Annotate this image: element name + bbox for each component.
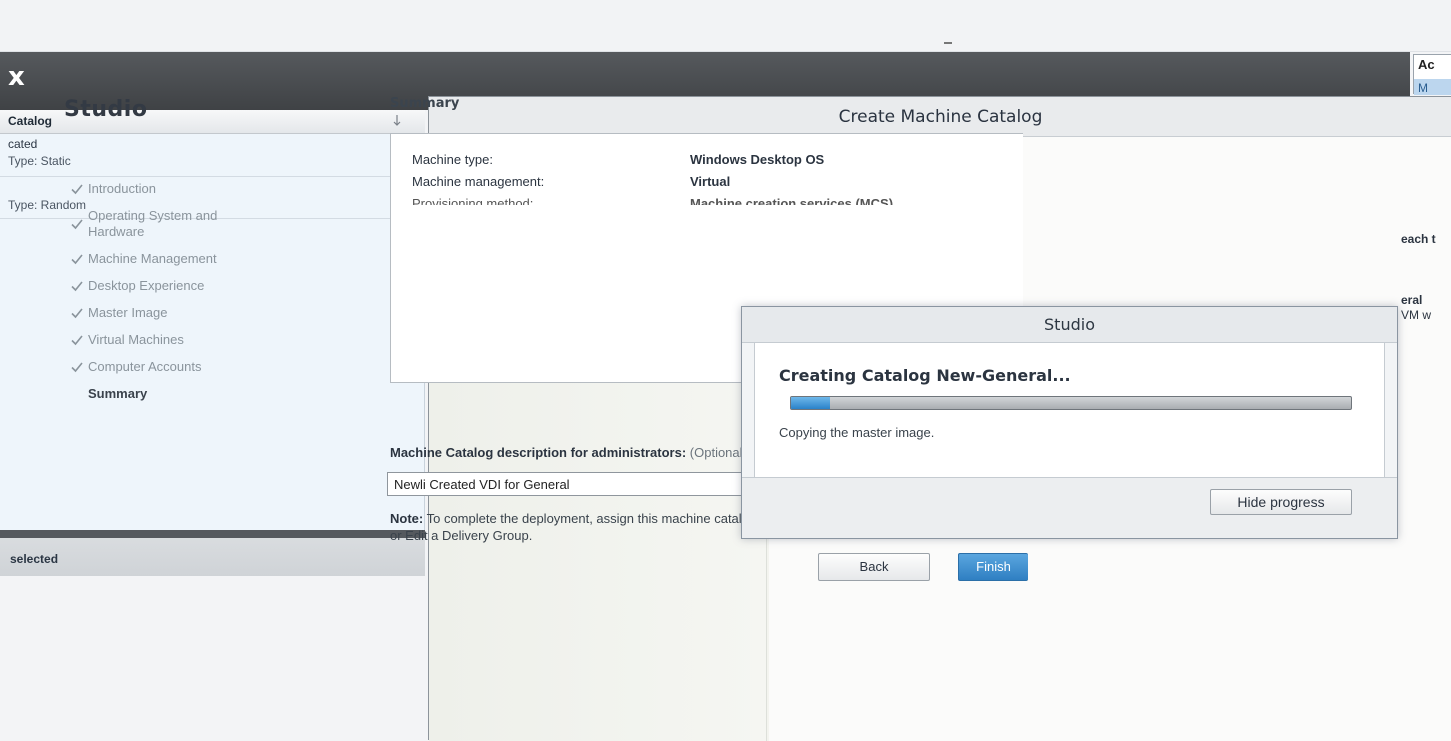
summary-value-provisioning: Machine creation services (MCS): [690, 196, 894, 205]
clipped-text: VM w: [1401, 308, 1431, 322]
sort-arrow-icon[interactable]: [392, 113, 402, 127]
row-divider: [0, 176, 425, 177]
progress-title: Studio: [1044, 315, 1095, 334]
step-desktop-experience[interactable]: Desktop Experience: [70, 278, 300, 294]
check-icon: [71, 254, 83, 265]
check-icon: [71, 308, 83, 319]
step-label: Master Image: [88, 305, 168, 320]
catalog-row-static[interactable]: cated Type: Static: [0, 136, 425, 176]
wizard-titlebar[interactable]: Create Machine Catalog: [429, 97, 1451, 137]
summary-value-machine-type: Windows Desktop OS: [690, 152, 825, 167]
progress-body: [754, 343, 1385, 477]
catalog-row-name: cated: [8, 137, 38, 151]
step-virtual-machines[interactable]: Virtual Machines: [70, 332, 300, 348]
summary-label-provisioning: Provisioning method:: [412, 196, 534, 205]
progress-bar: [790, 396, 1352, 410]
step-label: Virtual Machines: [88, 332, 184, 347]
hide-progress-button[interactable]: Hide progress: [1210, 489, 1352, 515]
check-icon: [71, 281, 83, 292]
progress-titlebar[interactable]: Studio: [742, 307, 1397, 343]
step-label: Desktop Experience: [88, 278, 205, 293]
step-label: Computer Accounts: [88, 359, 202, 374]
studio-brand-heading: Studio: [64, 97, 148, 122]
description-label-text: Machine Catalog description for administ…: [390, 445, 687, 460]
step-label: Machine Management: [88, 251, 217, 266]
description-optional: (Optional): [689, 445, 747, 460]
note-bold: Note:: [390, 511, 424, 526]
step-operating-system[interactable]: Operating System and Hardware: [70, 208, 220, 240]
progress-status: Copying the master image.: [779, 425, 935, 440]
minimize-dash: [944, 42, 952, 44]
clipped-text: each t: [1401, 232, 1436, 246]
summary-value-machine-management: Virtual: [690, 174, 731, 189]
wizard-steps: Introduction Operating System and Hardwa…: [70, 181, 300, 401]
check-icon: [71, 184, 83, 195]
details-footer: selected: [0, 530, 425, 576]
actions-item-label: M: [1418, 81, 1428, 95]
back-button[interactable]: Back: [818, 553, 930, 581]
finish-button[interactable]: Finish: [958, 553, 1028, 581]
check-icon: [71, 219, 83, 230]
check-icon: [71, 362, 83, 373]
progress-bar-fill: [791, 397, 831, 409]
description-label: Machine Catalog description for administ…: [390, 445, 747, 460]
step-computer-accounts[interactable]: Computer Accounts: [70, 359, 300, 375]
section-title: Summary: [390, 96, 460, 111]
progress-dialog: Studio Creating Catalog New-General... C…: [741, 306, 1398, 539]
step-machine-management[interactable]: Machine Management: [70, 251, 300, 267]
step-label: Operating System and Hardware: [88, 208, 218, 239]
actions-panel[interactable]: Ac M: [1413, 54, 1451, 95]
progress-heading: Creating Catalog New-General...: [779, 366, 1071, 385]
catalog-row-type: Type: Static: [8, 154, 71, 168]
check-icon: [71, 335, 83, 346]
step-introduction[interactable]: Introduction: [70, 181, 300, 197]
top-strip: [0, 0, 1451, 52]
clipped-text: eral: [1401, 293, 1423, 307]
step-label: Introduction: [88, 181, 156, 196]
actions-label: Ac: [1418, 57, 1435, 72]
summary-label-machine-management: Machine management:: [412, 174, 545, 189]
catalog-column-label: Catalog: [8, 114, 53, 128]
actions-item[interactable]: M: [1414, 79, 1451, 95]
wizard-title: Create Machine Catalog: [838, 107, 1043, 127]
summary-label-machine-type: Machine type:: [412, 152, 493, 167]
console-title-fragment: x: [8, 62, 25, 92]
step-master-image[interactable]: Master Image: [70, 305, 300, 321]
step-summary-current[interactable]: Summary: [70, 386, 300, 401]
details-footer-label: selected: [10, 552, 59, 566]
